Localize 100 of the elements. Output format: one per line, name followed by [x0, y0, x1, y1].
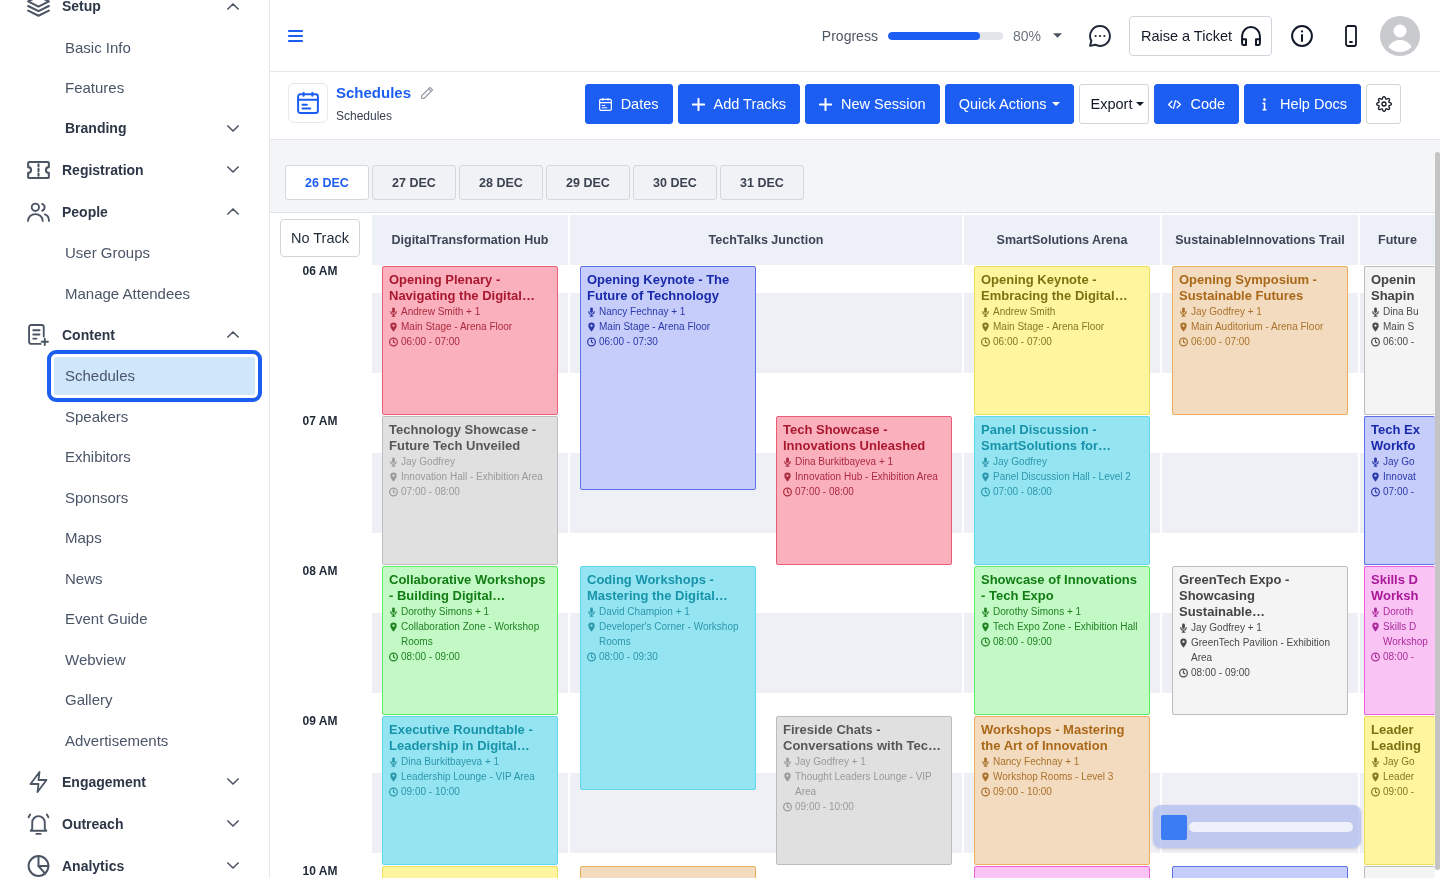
- pencil-icon[interactable]: [421, 85, 435, 99]
- session-time: 08:00 - 09:00: [401, 650, 461, 664]
- session-title: Openin Shapin: [1371, 272, 1417, 304]
- scroll-thumb[interactable]: [1161, 815, 1187, 840]
- settings-button[interactable]: [1366, 84, 1401, 124]
- clock-icon: [1179, 667, 1188, 678]
- location-pin-icon: [1371, 771, 1380, 782]
- sidebar-item[interactable]: News: [54, 563, 255, 593]
- session-location: Panel Discussion Hall - Level 2: [993, 470, 1132, 484]
- date-tab[interactable]: 27 DEC: [372, 165, 456, 200]
- microphone-icon: [1179, 306, 1188, 317]
- session-location: GreenTech Pavilion - Exhibition Area: [1191, 636, 1331, 665]
- sidebar-group[interactable]: Engagement: [0, 766, 269, 797]
- date-tab[interactable]: 31 DEC: [720, 165, 804, 200]
- session-time: 08:00 - 09:00: [1191, 666, 1251, 680]
- calendar-icon: [598, 97, 612, 111]
- page-subtitle: Schedules: [336, 108, 394, 124]
- headphones-icon: [1241, 25, 1261, 46]
- info-icon[interactable]: [1291, 24, 1313, 47]
- scroll-track[interactable]: [1189, 822, 1353, 832]
- session-card[interactable]: Technology Showcase - Future Tech Unveiled Jay Godfrey Innovation Hall - Exhibition Area 07:00 - 08:00: [382, 416, 558, 565]
- session-time: 07:00 - 08:00: [401, 485, 461, 499]
- date-tab[interactable]: 26 DEC: [285, 165, 369, 200]
- session-location: Main Stage - Arena Floor: [993, 320, 1106, 334]
- code-button[interactable]: Code: [1154, 84, 1240, 124]
- sidebar-item[interactable]: Gallery: [54, 685, 255, 715]
- caret-down-icon[interactable]: [1052, 33, 1062, 38]
- session-location: Tech Expo Zone - Exhibition Hall: [993, 620, 1139, 634]
- session-title: Technology Showcase - Future Tech Unveiled: [389, 422, 538, 454]
- session-card[interactable]: GreenTech Expo - Showcasing Sustainable… Jay Godfrey + 1 GreenTech Pavilion - Exhibition Area 08:00 - 09:00: [1172, 566, 1348, 715]
- export-button[interactable]: Export: [1078, 84, 1150, 124]
- sidebar-item[interactable]: Sponsors: [54, 482, 255, 512]
- microphone-icon: [981, 456, 990, 467]
- date-tab[interactable]: 28 DEC: [459, 165, 543, 200]
- sidebar-item[interactable]: Schedules: [47, 349, 262, 402]
- sidebar-item[interactable]: Advertisements: [54, 725, 255, 755]
- session-title: Executive Roundtable - Leadership in Digital…: [389, 722, 534, 754]
- session-card[interactable]: Tech Showcase - Innovations Unleashed Dina Burkitbayeva + 1 Innovation Hub - Exhibition Area 07:00 - 08:00: [776, 416, 952, 565]
- horizontal-scrollbar[interactable]: [1153, 805, 1361, 848]
- session-time: 09:00 - 10:00: [795, 800, 855, 814]
- location-pin-icon: [389, 771, 398, 782]
- sidebar-item[interactable]: Speakers: [54, 401, 255, 431]
- session-location: Main S: [1383, 320, 1416, 334]
- sidebar-group[interactable]: Analytics: [0, 850, 269, 878]
- clock-icon: [389, 336, 398, 347]
- phone-icon[interactable]: [1345, 24, 1357, 47]
- session-title: Skills D Worksh: [1371, 572, 1420, 604]
- session-time: 08:00 -: [1383, 650, 1416, 664]
- sidebar-group[interactable]: Content: [0, 319, 269, 350]
- time-label: 09 AM: [301, 715, 339, 727]
- menu-icon[interactable]: [288, 29, 303, 42]
- add-tracks-button[interactable]: Add Tracks: [677, 84, 801, 124]
- avatar-icon[interactable]: [1380, 15, 1420, 56]
- new-session-button[interactable]: New Session: [805, 84, 940, 124]
- sidebar-group[interactable]: Branding: [54, 113, 255, 143]
- sidebar-item[interactable]: Manage Attendees: [54, 278, 255, 308]
- microphone-icon: [981, 756, 990, 767]
- session-card[interactable]: Openin Shapin Dina Bu Main S 06:00 -: [1364, 266, 1435, 415]
- sidebar-item[interactable]: Features: [54, 73, 255, 103]
- location-pin-icon: [389, 621, 398, 632]
- session-time: 06:00 -: [1383, 335, 1416, 349]
- sidebar-group[interactable]: Setup: [0, 0, 269, 21]
- session-card[interactable]: Opening Plenary - Navigating the Digital… Andrew Smith + 1 Main Stage - Arena Floor 06:00 - 07:00: [382, 266, 558, 415]
- chat-bubble-icon[interactable]: [1088, 24, 1111, 47]
- sidebar-group[interactable]: Outreach: [0, 808, 269, 839]
- pie-chart-icon: [27, 854, 50, 877]
- clock-icon: [1371, 651, 1380, 662]
- no-track-button[interactable]: No Track: [280, 219, 360, 257]
- plus-icon: [691, 97, 705, 111]
- session-card[interactable]: Showcase of Innovations - Tech Expo Dorothy Simons + 1 Tech Expo Zone - Exhibition Hall 08:00 - 09:00: [974, 566, 1150, 715]
- session-card[interactable]: Opening Keynote - Embracing the Digital… Andrew Smith Main Stage - Arena Floor 06:00 - 07:00: [974, 266, 1150, 415]
- dates-button[interactable]: Dates: [584, 84, 673, 124]
- session-location: Main Auditorium - Arena Floor: [1191, 320, 1325, 334]
- microphone-icon: [1371, 606, 1380, 617]
- session-card[interactable]: Collaborative Workshops - Building Digital… Dorothy Simons + 1 Collaboration Zone - Workshop Rooms 08:00 - 09:00: [382, 566, 558, 715]
- date-tab[interactable]: 29 DEC: [546, 165, 630, 200]
- sidebar-item[interactable]: Event Guide: [54, 604, 255, 634]
- location-pin-icon: [587, 621, 596, 632]
- sidebar-item[interactable]: Maps: [54, 523, 255, 553]
- session-card[interactable]: Skills D Worksh Doroth Skills D Workshop 08:00 -: [1364, 566, 1435, 715]
- session-card[interactable]: Tech Ex Workfo Jay Go Innovat 07:00 -: [1364, 416, 1435, 565]
- date-tab[interactable]: 30 DEC: [633, 165, 717, 200]
- vertical-scrollbar[interactable]: [1435, 152, 1440, 870]
- help-docs-button[interactable]: Help Docs: [1244, 84, 1361, 124]
- speaker-name: Dina Burkitbayeva + 1: [401, 755, 501, 769]
- quick-actions-button[interactable]: Quick Actions: [944, 84, 1074, 124]
- session-card[interactable]: Opening Keynote - The Future of Technology Nancy Fechnay + 1 Main Stage - Arena Floor 06:00 - 07:30: [580, 266, 756, 490]
- session-card[interactable]: Leader Leading Jay Go Leader 09:00 -: [1364, 716, 1435, 865]
- clock-icon: [981, 636, 990, 647]
- session-card[interactable]: Fireside Chats - Conversations with Tec… Jay Godfrey + 1 Thought Leaders Lounge - VIP Area 09:00 - 10:00: [776, 716, 952, 865]
- sidebar-group[interactable]: Registration: [0, 154, 269, 185]
- sidebar-item[interactable]: Webview: [54, 644, 255, 674]
- raise-ticket-button[interactable]: Raise a Ticket: [1128, 15, 1272, 56]
- session-location: Workshop Rooms - Level 3: [993, 770, 1115, 784]
- sidebar-item[interactable]: Exhibitors: [54, 442, 255, 472]
- sidebar-group[interactable]: People: [0, 196, 269, 227]
- session-time: 06:00 - 07:00: [1191, 335, 1251, 349]
- sidebar-item[interactable]: User Groups: [54, 238, 255, 268]
- sidebar-item[interactable]: Basic Info: [54, 32, 255, 62]
- clock-icon: [783, 486, 792, 497]
